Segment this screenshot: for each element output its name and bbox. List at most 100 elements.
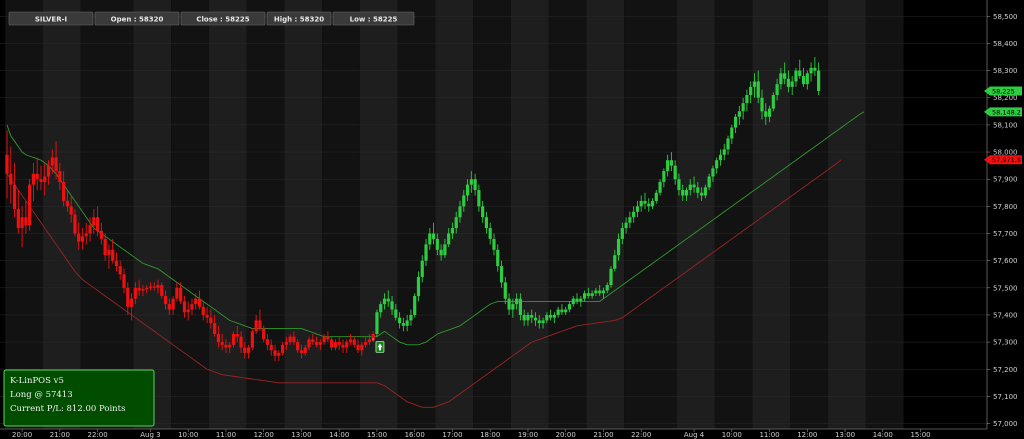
time-tick-label: 20:00 <box>12 431 32 439</box>
candle-body <box>756 81 760 98</box>
time-band <box>171 0 209 429</box>
candle-body <box>632 211 636 218</box>
candle-body <box>473 179 477 191</box>
candle-body <box>571 298 575 305</box>
candle-body <box>684 190 689 196</box>
candle-body <box>586 293 590 296</box>
candle-body <box>413 295 417 315</box>
candle-body <box>96 217 100 231</box>
candle-body <box>92 217 96 226</box>
candle-body <box>666 160 670 172</box>
candle-body <box>247 347 251 353</box>
candle-body <box>503 282 507 299</box>
time-band <box>133 0 172 429</box>
time-band <box>828 0 866 429</box>
candle-body <box>420 260 424 277</box>
time-band <box>359 0 398 429</box>
low-button[interactable]: Low : 58225 <box>332 11 415 26</box>
time-band <box>790 0 829 429</box>
candle-body <box>12 184 17 210</box>
candle-body <box>99 230 103 239</box>
candle-body <box>518 298 522 315</box>
candle-body <box>137 287 141 291</box>
candle-body <box>141 289 145 291</box>
time-band <box>865 0 904 429</box>
candle-body <box>726 138 730 150</box>
candle-body <box>133 287 137 299</box>
candle-body <box>522 314 526 321</box>
time-tick-label: 12:00 <box>254 431 274 439</box>
candle-body <box>228 344 232 348</box>
candle-body <box>379 304 383 313</box>
candle-body <box>356 344 360 351</box>
candle-body <box>35 173 39 180</box>
candle-body <box>231 333 236 345</box>
candle-body <box>118 266 122 275</box>
candle-body <box>477 190 481 207</box>
time-band <box>677 0 715 429</box>
time-tick-label: 15:00 <box>367 431 387 439</box>
high-button[interactable]: High : 58320 <box>266 11 332 26</box>
time-tick-label: 18:00 <box>480 431 500 439</box>
candle-body <box>767 108 772 117</box>
candle-body <box>84 233 88 237</box>
price-axis[interactable]: 58,50058,40058,30058,20058,10058,00057,9… <box>984 0 1024 439</box>
candle-body <box>549 314 553 318</box>
candle-body <box>322 336 326 343</box>
candle-body <box>677 179 681 191</box>
open-button[interactable]: Open : 58320 <box>94 11 180 26</box>
chart-canvas[interactable]: SILVER-I Open : 58320 Close : 58225 High… <box>0 0 1024 439</box>
candle-body <box>39 179 43 182</box>
candle-body <box>277 352 281 356</box>
candle-body <box>722 149 726 155</box>
time-band <box>586 0 625 429</box>
candle-body <box>220 342 224 345</box>
candle-body <box>745 95 749 104</box>
time-tick-label: 14:00 <box>329 431 349 439</box>
time-band <box>548 0 587 429</box>
candle-body <box>360 344 364 351</box>
candle-body <box>499 266 504 283</box>
candle-body <box>635 206 640 212</box>
candle-body <box>669 160 673 166</box>
candle-body <box>292 336 296 343</box>
candle-body <box>481 206 485 218</box>
info-position: Long @ 57413 <box>10 390 73 400</box>
candle-body <box>492 238 496 250</box>
time-axis[interactable]: 20:00 21:00 22:00 Aug 3 10:00 11:00 12:00 13:00… <box>0 428 1024 439</box>
candle-body <box>107 249 111 256</box>
candle-body <box>624 222 628 229</box>
candle-body <box>62 181 66 201</box>
candle-body <box>718 154 723 161</box>
time-tick-label: Aug 3 <box>140 431 160 439</box>
candle-body <box>711 168 715 177</box>
candle-body <box>239 336 243 348</box>
symbol-button[interactable]: SILVER-I <box>8 11 94 26</box>
candle-body <box>254 320 258 332</box>
time-tick-label: 22:00 <box>88 431 108 439</box>
candle-body <box>54 157 58 172</box>
candle-body <box>428 233 432 245</box>
candle-body <box>126 287 130 307</box>
candle-body <box>798 70 802 77</box>
last-price-tag-label: 58,225 <box>992 87 1015 95</box>
candle-body <box>9 173 13 185</box>
candle-body <box>46 165 51 177</box>
time-band <box>510 0 549 429</box>
time-tick-label: 19:00 <box>518 431 538 439</box>
time-tick-label: 16:00 <box>405 431 425 439</box>
time-tick-label: 22:00 <box>631 431 651 439</box>
candle-body <box>326 336 330 340</box>
candle-body <box>24 217 28 226</box>
close-button[interactable]: Close : 58225 <box>180 11 266 26</box>
candle-body <box>650 200 655 207</box>
time-tick-label: Aug 4 <box>684 431 705 439</box>
candle-body <box>567 304 572 310</box>
candle-body <box>194 298 198 305</box>
time-band <box>397 0 436 429</box>
chart-window: SILVER-I Open : 58320 Close : 58225 High… <box>0 0 1024 439</box>
candle-body <box>80 236 85 242</box>
candle-body <box>20 217 24 229</box>
candle-body <box>375 312 379 334</box>
price-tick-label: 57,800 <box>993 203 1018 211</box>
